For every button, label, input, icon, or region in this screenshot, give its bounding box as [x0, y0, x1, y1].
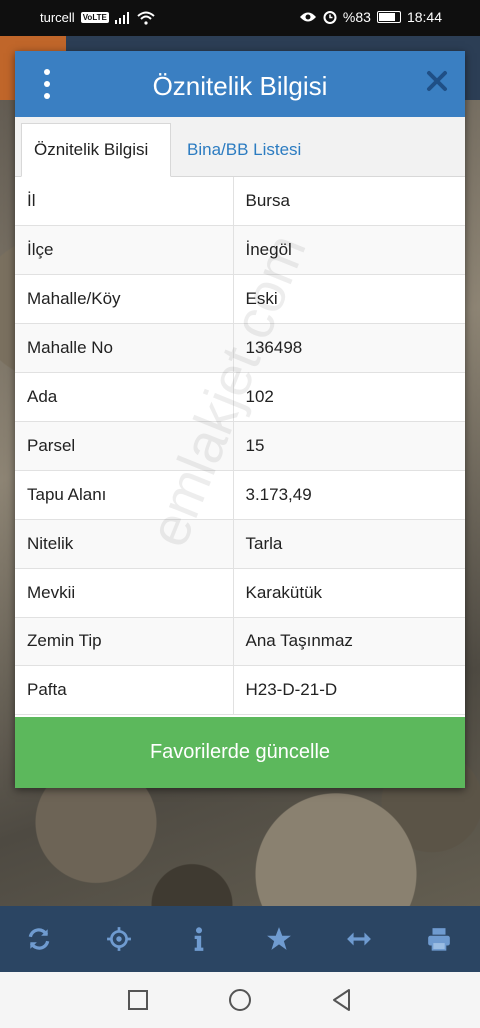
battery-icon [376, 11, 401, 23]
tab-building-list[interactable]: Bina/BB Listesi [175, 123, 313, 177]
row-value: İnegöl [233, 225, 465, 276]
row-key: İl [15, 177, 234, 227]
info-icon[interactable] [186, 926, 212, 952]
row-key: Mevkii [15, 568, 234, 618]
table-row: Zemin Tip Ana Taşınmaz [15, 617, 465, 667]
row-key: Mahalle No [15, 323, 234, 374]
row-value: 3.173,49 [233, 470, 465, 520]
status-bar: turcell VoLTE %83 18:44 [0, 0, 480, 36]
back-icon[interactable] [330, 988, 354, 1012]
signal-icon [114, 11, 129, 24]
status-right: %83 18:44 [299, 9, 442, 25]
tab-bar: Öznitelik Bilgisi Bina/BB Listesi [15, 117, 465, 177]
wifi-icon [137, 11, 155, 25]
status-left: turcell VoLTE [40, 10, 155, 25]
table-row: Ada 102 [15, 372, 465, 422]
row-value: Bursa [233, 177, 465, 227]
system-nav-bar [0, 972, 480, 1028]
row-value: 102 [233, 372, 465, 422]
volte-badge: VoLTE [80, 12, 109, 23]
row-value: Ana Taşınmaz [233, 617, 465, 667]
refresh-icon[interactable] [26, 926, 52, 952]
clock: 18:44 [406, 9, 442, 25]
measure-icon[interactable] [346, 926, 372, 952]
alarm-icon [323, 11, 337, 24]
dialog-header: Öznitelik Bilgisi [15, 51, 465, 117]
star-icon[interactable] [266, 926, 292, 952]
row-key: İlçe [15, 225, 234, 276]
row-key: Parsel [15, 421, 234, 471]
row-key: Pafta [15, 665, 234, 716]
table-row: İlçe İnegöl [15, 225, 465, 276]
row-key: Ada [15, 372, 234, 422]
row-value: 15 [233, 421, 465, 471]
print-icon[interactable] [426, 926, 452, 952]
attribute-dialog: Öznitelik Bilgisi Öznitelik Bilgisi Bina… [15, 51, 465, 788]
row-key: Zemin Tip [15, 617, 234, 667]
row-key: Mahalle/Köy [15, 274, 234, 325]
eye-icon [299, 12, 316, 22]
table-row: İl Bursa [15, 177, 465, 227]
table-row: Parsel 15 [15, 421, 465, 471]
recents-icon[interactable] [126, 988, 150, 1012]
table-row: Mahalle No 136498 [15, 323, 465, 374]
map-toolbar [0, 906, 480, 972]
row-value: 136498 [233, 323, 465, 374]
home-icon[interactable] [228, 988, 252, 1012]
table-row: Pafta H23-D-21-D [15, 665, 465, 716]
update-favorites-button[interactable]: Favorilerde güncelle [15, 717, 465, 788]
locate-icon[interactable] [106, 926, 132, 952]
close-icon[interactable] [425, 69, 449, 93]
battery-percent: %83 [342, 9, 371, 25]
row-value: Karakütük [233, 568, 465, 618]
table-row: Mevkii Karakütük [15, 568, 465, 618]
table-row: Mahalle/Köy Eski [15, 274, 465, 325]
dialog-title: Öznitelik Bilgisi [152, 71, 328, 101]
row-key: Nitelik [15, 519, 234, 569]
row-value: Tarla [233, 519, 465, 569]
tab-attribute-info[interactable]: Öznitelik Bilgisi [21, 123, 171, 177]
battery-fill [378, 13, 396, 21]
table-row: Nitelik Tarla [15, 519, 465, 569]
row-key: Tapu Alanı [15, 470, 234, 520]
carrier-label: turcell [40, 10, 75, 25]
attribute-table: İl Bursa İlçe İnegöl Mahalle/Köy Eski Mahal… [15, 177, 465, 716]
row-value: Eski [233, 274, 465, 325]
row-value: H23-D-21-D [233, 665, 465, 716]
table-row: Tapu Alanı 3.173,49 [15, 470, 465, 520]
